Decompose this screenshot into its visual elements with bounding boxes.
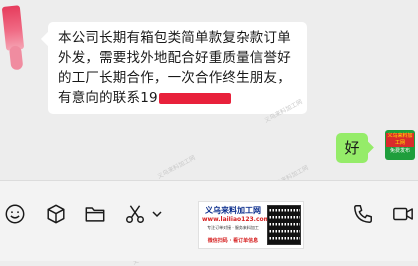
- outgoing-message-bubble[interactable]: 好: [336, 133, 368, 163]
- ad-url: www.laiIiao123.com: [202, 216, 270, 223]
- chat-input-toolbar: 义乌来料加工网 www.laiIiao123.com 专注订单对接 · 服务来料…: [0, 181, 418, 261]
- chevron-down-icon[interactable]: [150, 203, 164, 225]
- folder-icon[interactable]: [84, 203, 106, 225]
- ad-banner[interactable]: 义乌来料加工网 www.laiIiao123.com 专注订单对接 · 服务来料…: [198, 201, 304, 249]
- message-line: 本公司长期有箱包类简单款复杂款订单: [58, 30, 291, 46]
- package-icon[interactable]: [45, 203, 67, 225]
- contact-prefix: 有意向的联系19: [58, 90, 158, 106]
- phone-icon[interactable]: [352, 203, 374, 225]
- contact-avatar[interactable]: [1, 5, 25, 51]
- message-line-contact: 有意向的联系19: [58, 88, 301, 108]
- qr-code-image: [267, 205, 301, 245]
- ad-subtitle: 专注订单对接 · 服务来料加工: [207, 225, 259, 230]
- chat-message-area: 本公司长期有箱包类简单款复杂款订单 外发，需要找外地配合好重质量信誉好 的工厂长…: [0, 0, 418, 266]
- ad-footer: 微信扫码 · 看订单信息: [207, 238, 259, 244]
- emoji-icon[interactable]: [4, 203, 26, 225]
- message-line: 外发，需要找外地配合好重质量信誉好: [58, 50, 291, 66]
- redaction-mark: [158, 92, 231, 104]
- self-avatar-top-text: 义乌来料加工网: [386, 133, 414, 147]
- video-icon[interactable]: [392, 203, 414, 225]
- incoming-message-bubble[interactable]: 本公司长期有箱包类简单款复杂款订单 外发，需要找外地配合好重质量信誉好 的工厂长…: [48, 22, 307, 114]
- ad-title: 义乌来料加工网: [205, 206, 261, 215]
- scissors-icon[interactable]: [124, 203, 146, 225]
- message-line: 的工厂长期合作，一次合作终生朋友，: [58, 70, 291, 86]
- self-avatar[interactable]: 义乌来料加工网 免费发布: [385, 130, 415, 160]
- self-avatar-bottom-text: 免费发布: [389, 148, 410, 154]
- watermark: 义乌来料加工网: [156, 154, 197, 181]
